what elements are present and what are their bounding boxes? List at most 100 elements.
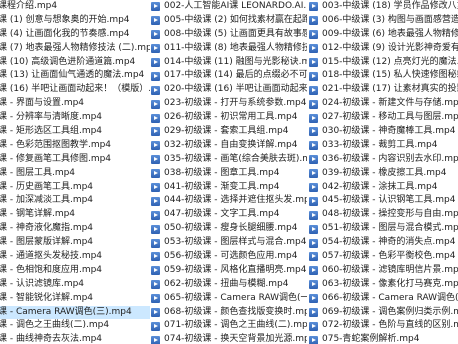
file-item[interactable]: 063-初级课 - 像素化打马赛克.mp4 [309, 278, 458, 292]
file-item[interactable]: 048-初级课 - 操控变形与自由.mp4 [309, 208, 458, 222]
file-name: 020-中级课 (16) 半吧让画面动起来！(图鉴).mn... [164, 84, 307, 95]
file-name: 075-青蛇案例解析.mp4 [322, 334, 420, 344]
file-item[interactable]: 002-人工智能AI课 LEONARDO.AI.mp4 [151, 0, 307, 14]
file-item[interactable]: 053-初级课 - 图层样式与混合.mp4 [151, 236, 307, 250]
file-name: 045-初级课 - 认识钢笔工具.mp4 [322, 195, 456, 206]
file-item[interactable]: 课 - 通道抠头发秘技.mp4 [0, 250, 150, 264]
file-name: 072-初级课 - 色阶与直线的区别.mp4 [322, 320, 458, 331]
file-item[interactable]: 课 - 曲线神奇去灰法.mp4 [0, 333, 150, 344]
file-item[interactable]: 课 (10) 高级调色进阶通道篇.mp4 [0, 56, 150, 70]
file-item[interactable]: 062-初级课 - 扭曲与模糊.mp4 [151, 278, 307, 292]
file-item[interactable]: 054-初级课 - 神奇的消失点.mp4 [309, 236, 458, 250]
file-item[interactable]: 071-初级课 - 调色之王曲线(二).mp4 [151, 319, 307, 333]
file-item[interactable]: 074-初级课 - 换天空背景加光源.mp4 [151, 333, 307, 344]
video-file-icon [309, 294, 318, 304]
video-file-icon [309, 141, 318, 151]
file-name: 课 (16) 半吧让画面动起来！（模版）... [0, 84, 150, 95]
file-item[interactable]: 课 - 色彩范围抠图教学.mp4 [0, 139, 150, 153]
file-name: 063-初级课 - 像素化打马赛克.mp4 [322, 278, 458, 289]
file-item[interactable]: 027-初级课 - 移动工具与图层.mp4 [309, 111, 458, 125]
file-item[interactable]: 033-初级课 - 裁剪工具.mp4 [309, 139, 458, 153]
video-file-icon [151, 99, 160, 109]
file-item[interactable]: 059-初级课 - 风格化直播明亮.mp4 [151, 264, 307, 278]
file-item[interactable]: 课 - 界面与设置.mp4 [0, 97, 150, 111]
file-item[interactable]: 课 (16) 半吧让画面动起来！（模版）... [0, 83, 150, 97]
file-name: 021-中级课 (17) 让素材真实的投影与倒影 [322, 84, 458, 95]
file-item[interactable]: 课 - 认识滤镜库.mp4 [0, 278, 150, 292]
file-item[interactable]: 044-初级课 - 选择并遮住抠头发.mp4 [151, 194, 307, 208]
file-item[interactable]: 课程介绍.mp4 [0, 0, 150, 14]
file-item[interactable]: 020-中级课 (16) 半吧让画面动起来！(图鉴).mn... [151, 83, 307, 97]
file-item[interactable]: 075-青蛇案例解析.mp4 [309, 333, 458, 344]
file-name: 015-中级课 (12) 点亮灯光的魔法.mp4 [322, 56, 458, 67]
file-item[interactable]: 026-初级课 - 初识常用工具.mp4 [151, 111, 307, 125]
file-item[interactable]: 065-初级课 - Camera RAW调色(一).mp4 [151, 292, 307, 306]
file-item[interactable]: 课 (7) 地表最强人物精修技法 (二).mp4 [0, 42, 150, 56]
file-name: 026-初级课 - 初识常用工具.mp4 [164, 112, 298, 123]
file-item[interactable]: 011-中级课 (8) 地表最强人物精修技法 (三).mp4 [151, 42, 307, 56]
file-item[interactable]: 课 - 图层蒙版详解.mp4 [0, 236, 150, 250]
file-item[interactable]: 课 - Camera RAW调色(三).mp4 [0, 305, 150, 320]
file-name: 课 - 调色之王曲线(二).mp4 [0, 320, 110, 331]
file-item[interactable]: 014-中级课 (11) 融图与光影秘诀.mp4 [151, 56, 307, 70]
file-item[interactable]: 066-初级课 - Camera RAW调色(二).mp4 [309, 292, 458, 306]
file-item[interactable]: 036-初级课 - 内容识别去水印.mp4 [309, 153, 458, 167]
file-item[interactable]: 041-初级课 - 渐变工具.mp4 [151, 181, 307, 195]
video-file-icon [309, 2, 318, 12]
file-item[interactable]: 课 - 神奇液化魔指.mp4 [0, 222, 150, 236]
file-item[interactable]: 课 - 矩形选区工具组.mp4 [0, 125, 150, 139]
file-item[interactable]: 051-初级课 - 图层与混合模式.mp4 [309, 222, 458, 236]
file-item[interactable]: 课 (4) 让画面化我的节奏感.mp4 [0, 28, 150, 42]
file-item[interactable]: 039-初级课 - 橡皮擦工具.mp4 [309, 167, 458, 181]
file-item[interactable]: 069-初级课 - 调色案例归类示例.mp4 [309, 306, 458, 320]
video-file-icon [309, 321, 318, 331]
file-item[interactable]: 课 (1) 创意与想象奥的开始.mp4 [0, 14, 150, 28]
file-item[interactable]: 015-中级课 (12) 点亮灯光的魔法.mp4 [309, 56, 458, 70]
file-item[interactable]: 021-中级课 (17) 让素材真实的投影与倒影 [309, 83, 458, 97]
file-item[interactable]: 042-初级课 - 涂抹工具.mp4 [309, 181, 458, 195]
file-item[interactable]: 057-初级课 - 色彩平衡校色.mp4 [309, 250, 458, 264]
file-item[interactable]: 045-初级课 - 认识钢笔工具.mp4 [309, 194, 458, 208]
file-item[interactable]: 课 - 智能锐化详解.mp4 [0, 292, 150, 306]
video-file-icon [151, 238, 160, 248]
file-item[interactable]: 008-中级课 (5) 让画面更具有故事感.mp4 [151, 28, 307, 42]
file-name: 课 - 界面与设置.mp4 [0, 98, 85, 109]
file-name: 课 (4) 让画面化我的节奏感.mp4 [0, 28, 130, 39]
file-item[interactable]: 课 - 色相饱和度应用.mp4 [0, 264, 150, 278]
file-item[interactable]: 课 - 钢笔详解.mp4 [0, 208, 150, 222]
file-item[interactable]: 006-中级课 (3) 构图与画面感营造的基石 [309, 14, 458, 28]
file-item[interactable]: 017-中级课 (14) 最后的点缀必不可少.mp4 [151, 69, 307, 83]
file-item[interactable]: 课 - 历史画笔工具.mp4 [0, 181, 150, 195]
video-file-icon [309, 113, 318, 123]
file-item[interactable]: 068-初级课 - 颜色查找版变换时.mp4 [151, 306, 307, 320]
file-item[interactable]: 072-初级课 - 色阶与直线的区别.mp4 [309, 319, 458, 333]
file-item[interactable]: 课 - 分辨率与清晰度.mp4 [0, 111, 150, 125]
file-name: 课 - 分辨率与清晰度.mp4 [0, 112, 103, 123]
file-item[interactable]: 005-中级课 (2) 如何找素材赢在起跑线.mp4 [151, 14, 307, 28]
file-name: 课 (13) 让画面仙气通透的魔法.mp4 [0, 70, 145, 81]
video-file-icon [151, 196, 160, 206]
file-item[interactable]: 056-初级课 - 可选颜色应用.mp4 [151, 250, 307, 264]
file-item[interactable]: 030-初级课 - 神奇魔棒工具.mp4 [309, 125, 458, 139]
file-item[interactable]: 003-中级课 (18) 学员作品修改八重神子.m [309, 0, 458, 14]
file-item[interactable]: 038-初级课 - 图章工具.mp4 [151, 167, 307, 181]
file-item[interactable]: 032-初级课 - 自由变换详解.mp4 [151, 139, 307, 153]
file-item[interactable]: 050-初级课 - 瘦身长腿细腰.mp4 [151, 222, 307, 236]
file-item[interactable]: 035-初级课 - 画笔(综合美肤去斑).mp4 [151, 153, 307, 167]
file-item[interactable]: 047-初级课 - 文字工具.mp4 [151, 208, 307, 222]
file-item[interactable]: 029-初级课 - 套索工具组.mp4 [151, 125, 307, 139]
file-item[interactable]: 060-初级课 - 滤镜库明信片景.mp4 [309, 264, 458, 278]
file-item[interactable]: 课 - 加深减淡工具.mp4 [0, 194, 150, 208]
file-item[interactable]: 018-中级课 (15) 私人快速修图秘籍.mp4 [309, 69, 458, 83]
file-item[interactable]: 课 - 调色之王曲线(二).mp4 [0, 319, 150, 333]
file-item[interactable]: 课 - 图层工具.mp4 [0, 167, 150, 181]
file-item[interactable]: 009-中级课 (6) 地表最强人物精修技法 ( [309, 28, 458, 42]
video-file-icon [309, 308, 318, 318]
file-item[interactable]: 024-初级课 - 新建文件与存储.mp4 [309, 97, 458, 111]
file-item[interactable]: 012-中级课 (9) 设计光影神奇爱有光.mp [309, 42, 458, 56]
video-file-icon [309, 224, 318, 234]
file-item[interactable]: 课 - 修复画笔工具修图.mp4 [0, 153, 150, 167]
file-name: 课 - 认识滤镜库.mp4 [0, 278, 85, 289]
file-item[interactable]: 课 (13) 让画面仙气通透的魔法.mp4 [0, 69, 150, 83]
file-item[interactable]: 023-初级课 - 打开与系统参数.mp4 [151, 97, 307, 111]
